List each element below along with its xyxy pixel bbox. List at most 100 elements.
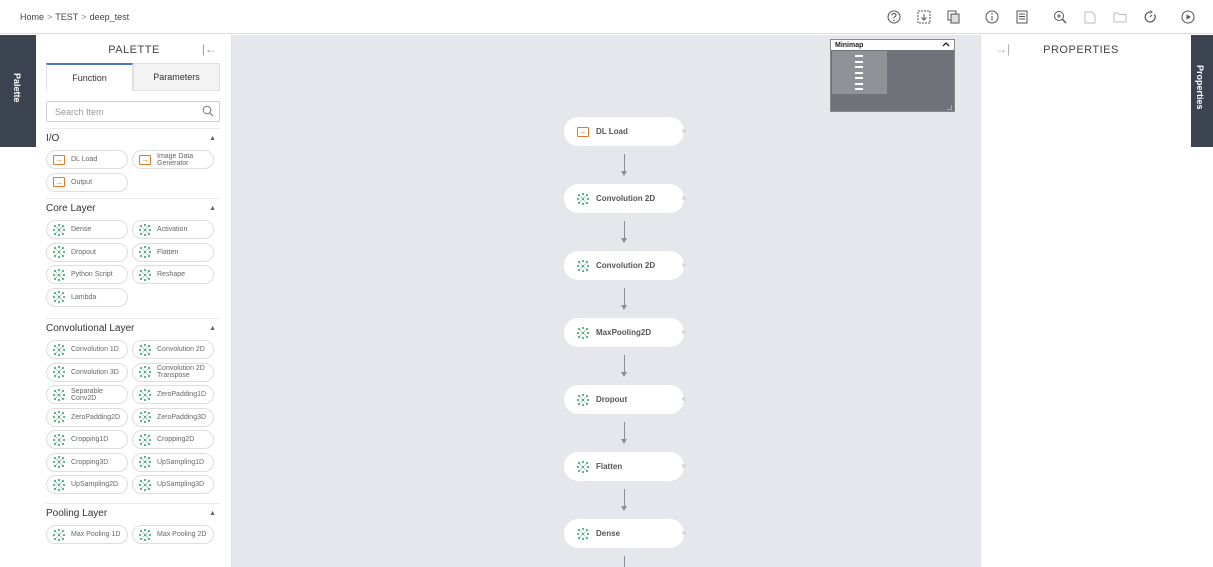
- node-label: Flatten: [596, 462, 623, 471]
- section-divider: [46, 198, 220, 199]
- palette-item-label: UpSampling3D: [157, 481, 205, 488]
- layer-icon: [53, 291, 65, 303]
- palette-item-convolution-2d[interactable]: Convolution 2D: [132, 340, 214, 359]
- arrow-down-icon: [621, 372, 627, 377]
- breadcrumb-home[interactable]: Home: [20, 12, 44, 22]
- tab-parameters[interactable]: Parameters: [133, 63, 220, 91]
- section-header-core-layer[interactable]: Core Layer ▲: [46, 200, 220, 216]
- output-port[interactable]: [682, 196, 686, 200]
- palette-item-python-script[interactable]: Python Script: [46, 265, 128, 284]
- workflow-node-convolution-2d[interactable]: Convolution 2D: [564, 184, 686, 213]
- workflow-node-flatten[interactable]: Flatten: [564, 452, 686, 481]
- output-port[interactable]: [682, 330, 686, 334]
- output-port[interactable]: [682, 129, 686, 133]
- section-header-convolutional-layer[interactable]: Convolutional Layer ▲: [46, 320, 220, 336]
- layer-icon: [576, 259, 589, 272]
- palette-item-activation[interactable]: Activation: [132, 220, 214, 239]
- layer-icon: [139, 366, 151, 378]
- caret-up-icon[interactable]: ▲: [209, 510, 216, 517]
- resize-handle-icon[interactable]: [947, 105, 952, 110]
- toolbar: [873, 8, 1197, 26]
- palette-item-label: Dropout: [71, 248, 96, 256]
- workflow-canvas[interactable]: Minimap → DL Load Convolution 2D Convolutio…: [232, 35, 980, 567]
- tab-function[interactable]: Function: [46, 63, 133, 91]
- palette-side-tab-label: Palette: [12, 73, 22, 103]
- section-header-pooling-layer[interactable]: Pooling Layer ▲: [46, 505, 220, 521]
- palette-item-separable-conv2d[interactable]: Separable Conv2D: [46, 385, 128, 404]
- layer-icon: [53, 366, 65, 378]
- node-label: Convolution 2D: [596, 194, 656, 203]
- palette-item-zeropadding3d[interactable]: ZeroPadding3D: [132, 407, 214, 427]
- palette-item-upsampling2d[interactable]: UpSampling2D: [46, 475, 128, 494]
- properties-side-tab[interactable]: Properties: [1191, 35, 1213, 147]
- node-label: Convolution 2D: [596, 261, 656, 270]
- palette-item-convolution-3d[interactable]: Convolution 3D: [46, 362, 128, 382]
- palette-item-convolution-1d[interactable]: Convolution 1D: [46, 340, 128, 359]
- arrow-in-icon: →: [53, 177, 65, 187]
- palette-item-dense[interactable]: Dense: [46, 220, 128, 239]
- palette-item-dropout[interactable]: Dropout: [46, 242, 128, 262]
- palette-item-label: Convolution 2D: [157, 346, 205, 353]
- palette-item-flatten[interactable]: Flatten: [132, 242, 214, 262]
- layer-icon: [53, 223, 65, 236]
- layer-icon: [53, 388, 65, 401]
- section-header-i-o[interactable]: I/O ▲: [46, 130, 220, 146]
- layer-icon: [576, 393, 589, 406]
- help-icon[interactable]: [885, 8, 903, 26]
- palette-item-label: Image Data Generator: [157, 152, 194, 167]
- workflow-node-maxpooling2d[interactable]: MaxPooling2D: [564, 318, 686, 347]
- palette-item-convolution-2d-transpose[interactable]: Convolution 2D Transpose: [132, 362, 214, 382]
- palette-item-image-data-generator[interactable]: → Image Data Generator: [132, 150, 214, 169]
- output-port[interactable]: [682, 397, 686, 401]
- layer-icon: [53, 268, 65, 281]
- zoom-in-icon[interactable]: [1051, 8, 1069, 26]
- palette-item-upsampling1d[interactable]: UpSampling1D: [132, 452, 214, 472]
- workflow-node-dropout[interactable]: Dropout: [564, 385, 686, 414]
- arrow-down-icon: [621, 238, 627, 243]
- search-icon[interactable]: [202, 105, 214, 120]
- arrow-down-icon: [621, 506, 627, 511]
- palette-item-max-pooling-1d[interactable]: Max Pooling 1D: [46, 525, 128, 544]
- caret-up-icon[interactable]: ▲: [209, 205, 216, 212]
- workflow-node-dense[interactable]: Dense: [564, 519, 686, 548]
- palette-item-cropping1d[interactable]: Cropping1D: [46, 430, 128, 449]
- palette-item-max-pooling-2d[interactable]: Max Pooling 2D: [132, 525, 214, 544]
- refresh-icon[interactable]: [1141, 8, 1159, 26]
- section-divider: [46, 318, 220, 319]
- palette-item-zeropadding1d[interactable]: ZeroPadding1D: [132, 385, 214, 404]
- import-icon[interactable]: [915, 8, 933, 26]
- chevron-up-icon[interactable]: [942, 41, 950, 49]
- copy-icon[interactable]: [945, 8, 963, 26]
- palette-item-reshape[interactable]: Reshape: [132, 265, 214, 284]
- search-input[interactable]: [47, 102, 187, 121]
- palette-item-label: Convolution 1D: [71, 346, 119, 353]
- palette-item-output[interactable]: → Output: [46, 172, 128, 192]
- collapse-palette-icon[interactable]: |←: [202, 42, 217, 56]
- info-icon[interactable]: [983, 8, 1001, 26]
- workflow-node-convolution-2d[interactable]: Convolution 2D: [564, 251, 686, 280]
- caret-up-icon[interactable]: ▲: [209, 135, 216, 142]
- palette-item-cropping2d[interactable]: Cropping2D: [132, 430, 214, 449]
- palette-item-label: ZeroPadding2D: [71, 413, 121, 421]
- breadcrumb-project[interactable]: TEST: [55, 12, 78, 22]
- palette-tabs: Function Parameters: [46, 63, 220, 91]
- palette-item-cropping3d[interactable]: Cropping3D: [46, 452, 128, 472]
- palette-item-lambda[interactable]: Lambda: [46, 287, 128, 307]
- workflow-node-dl-load[interactable]: → DL Load: [564, 117, 686, 146]
- palette-item-label: Convolution 3D: [71, 368, 119, 376]
- minimap[interactable]: Minimap: [830, 39, 955, 112]
- play-icon[interactable]: [1179, 8, 1197, 26]
- palette-item-upsampling3d[interactable]: UpSampling3D: [132, 475, 214, 494]
- caret-up-icon[interactable]: ▲: [209, 325, 216, 332]
- output-port[interactable]: [682, 263, 686, 267]
- palette-side-tab[interactable]: Palette: [0, 35, 36, 147]
- palette-item-dl-load[interactable]: → DL Load: [46, 150, 128, 169]
- document-icon[interactable]: [1013, 8, 1031, 26]
- output-port[interactable]: [682, 464, 686, 468]
- palette-item-zeropadding2d[interactable]: ZeroPadding2D: [46, 407, 128, 427]
- node-label: DL Load: [596, 127, 628, 136]
- breadcrumb-separator: >: [47, 12, 53, 22]
- palette-panel: PALETTE |← Function Parameters I/O▲→DL L…: [36, 35, 232, 567]
- layer-icon: [139, 268, 151, 281]
- output-port[interactable]: [682, 531, 686, 535]
